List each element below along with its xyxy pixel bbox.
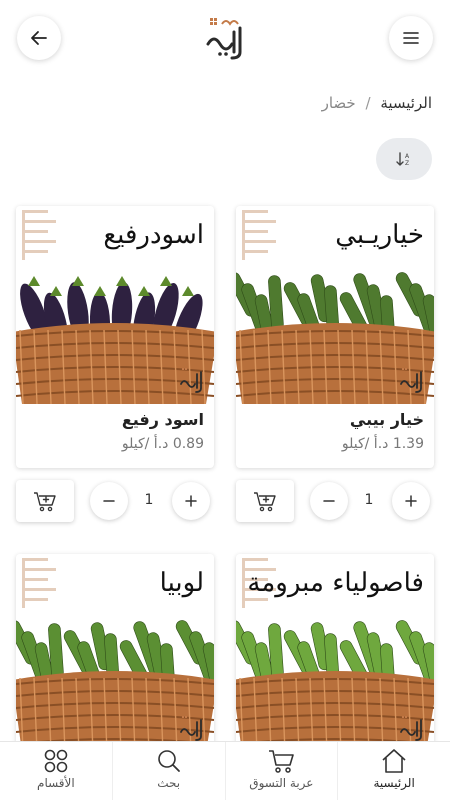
product-price: 1.39 د.أ /كيلو <box>341 436 424 452</box>
decrease-quantity-button[interactable] <box>90 482 128 520</box>
brand-logo <box>206 18 242 60</box>
add-to-cart-button[interactable] <box>16 480 74 522</box>
breadcrumb-current: خضار <box>321 94 356 112</box>
increase-quantity-button[interactable] <box>172 482 210 520</box>
product-price: 0.89 د.أ /كيلو <box>121 436 204 452</box>
background-pattern <box>22 558 56 608</box>
breadcrumb: الرئيسية / خضار <box>322 94 432 112</box>
product-image-title: خياريـبي <box>335 220 424 250</box>
hamburger-icon <box>403 32 419 44</box>
product-image[interactable]: اسودرفيع <box>16 206 214 404</box>
product-image[interactable]: خياريـبي <box>236 206 434 404</box>
nav-label-categories: الأقسام <box>37 776 75 790</box>
brand-mini-logo <box>180 716 202 741</box>
bottom-nav: الأقسام بحث عربة التسوق الرئيسية <box>0 741 450 800</box>
product-name[interactable]: اسود رفيع <box>26 410 204 436</box>
quantity-controls: 1 <box>16 480 214 524</box>
product-card[interactable]: خياريـبي خيار بيبي 1.39 د.أ /كيلو <box>236 206 434 468</box>
nav-label-cart: عربة التسوق <box>249 776 314 790</box>
sort-az-icon: A Z <box>396 152 410 167</box>
product-image[interactable]: لوبيا <box>16 554 214 752</box>
grid-icon <box>44 749 68 773</box>
cart-plus-icon <box>254 492 276 512</box>
product-image-title: اسودرفيع <box>103 220 204 250</box>
breadcrumb-home[interactable]: الرئيسية <box>380 94 432 112</box>
product-image-title: لوبيا <box>159 568 204 598</box>
quantity-value: 1 <box>364 492 374 508</box>
home-icon <box>382 749 406 773</box>
product-card[interactable]: فاصولياء مبرومة <box>236 554 434 754</box>
decrease-quantity-button[interactable] <box>310 482 348 520</box>
quantity-value: 1 <box>144 492 154 508</box>
increase-quantity-button[interactable] <box>392 482 430 520</box>
product-image[interactable]: فاصولياء مبرومة <box>236 554 434 752</box>
minus-icon <box>323 500 335 502</box>
nav-item-cart[interactable]: عربة التسوق <box>224 742 338 800</box>
minus-icon <box>103 500 115 502</box>
add-to-cart-button[interactable] <box>236 480 294 522</box>
product-card[interactable]: اسودرفيع اسود رفيع 0.89 د.أ /كيلو <box>16 206 214 468</box>
cart-icon <box>269 750 295 773</box>
menu-button[interactable] <box>389 16 433 60</box>
nav-item-home[interactable]: الرئيسية <box>337 742 450 800</box>
background-pattern <box>242 210 276 260</box>
breadcrumb-separator: / <box>365 94 371 112</box>
brand-mini-logo <box>180 368 202 393</box>
brand-mini-logo <box>400 368 422 393</box>
svg-text:A: A <box>405 153 410 160</box>
nav-item-categories[interactable]: الأقسام <box>0 742 112 800</box>
nav-label-search: بحث <box>157 776 181 790</box>
nav-label-home: الرئيسية <box>373 776 415 790</box>
background-pattern <box>22 210 56 260</box>
quantity-controls: 1 <box>236 480 434 524</box>
app-header <box>0 0 450 80</box>
svg-text:Z: Z <box>405 160 409 167</box>
back-button[interactable] <box>17 16 61 60</box>
nav-item-search[interactable]: بحث <box>111 742 225 800</box>
product-image-title: فاصولياء مبرومة <box>247 568 424 598</box>
cart-plus-icon <box>34 492 56 512</box>
plus-icon <box>185 495 197 507</box>
plus-icon <box>405 495 417 507</box>
sort-button[interactable]: A Z <box>376 138 432 180</box>
product-name[interactable]: خيار بيبي <box>246 410 424 436</box>
search-icon <box>157 750 180 772</box>
brand-mini-logo <box>400 716 422 741</box>
arrow-left-icon <box>31 31 47 45</box>
product-card[interactable]: لوبيا <box>16 554 214 754</box>
